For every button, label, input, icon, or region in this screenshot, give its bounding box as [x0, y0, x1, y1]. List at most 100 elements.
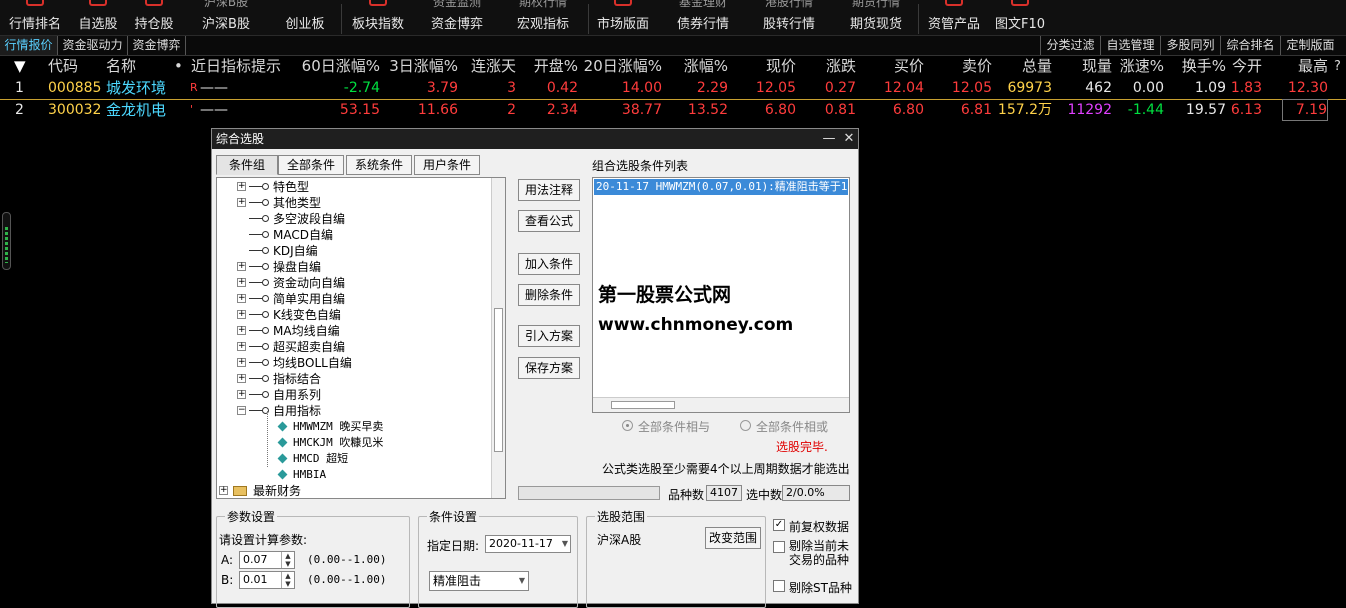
tree-scrollbar[interactable]	[491, 178, 505, 498]
tree-item[interactable]: + 自用系列	[217, 387, 489, 403]
tab-custom-layout[interactable]: 定制版面	[1280, 36, 1340, 55]
add-condition-button[interactable]: 加入条件	[518, 253, 580, 275]
col-help-icon[interactable]: ?	[1334, 56, 1341, 77]
tree-item[interactable]: + K线变色自编	[217, 307, 489, 323]
tree-item[interactable]: KDJ自编	[217, 243, 489, 259]
col-high[interactable]: 最高	[1270, 56, 1328, 77]
tree-item[interactable]: HMCD 超短	[217, 451, 489, 467]
tab-multi-stock[interactable]: 多股同列	[1160, 36, 1220, 55]
expand-toggle-icon[interactable]: +	[237, 326, 246, 335]
import-plan-button[interactable]: 引入方案	[518, 325, 580, 347]
vertical-scrollbar[interactable]	[2, 212, 11, 270]
tree-item[interactable]: + 指标结合	[217, 371, 489, 387]
expand-toggle-icon[interactable]: +	[237, 198, 246, 207]
or-radio[interactable]	[740, 420, 751, 431]
toolbar-market-layout[interactable]: 市场版面	[592, 0, 654, 36]
expand-toggle-icon[interactable]: +	[237, 262, 246, 271]
tree-item[interactable]: + 其他类型	[217, 195, 489, 211]
col-name[interactable]: 名称	[106, 56, 136, 77]
condition-list-item[interactable]: 20-11-17 HMWMZM(0.07,0.01):精准阻击等于1	[594, 179, 848, 195]
tab-user-conditions[interactable]: 用户条件	[414, 155, 480, 175]
tree-item[interactable]: HMWMZM 晚买早卖	[217, 419, 489, 435]
tree-item[interactable]: + 操盘自编	[217, 259, 489, 275]
save-plan-button[interactable]: 保存方案	[518, 357, 580, 379]
tab-overall-rank[interactable]: 综合排名	[1220, 36, 1280, 55]
col-chg-pct[interactable]: 涨幅%	[662, 56, 728, 77]
col-code[interactable]: 代码	[48, 56, 78, 77]
date-picker[interactable]: 2020-11-17 ▼	[485, 535, 571, 553]
toolbar-futures[interactable]: 期货行情 期货现货	[844, 0, 908, 36]
toolbar-asset-products[interactable]: 资管产品	[922, 0, 986, 36]
expand-toggle-icon[interactable]: +	[237, 342, 246, 351]
adjust-checkbox[interactable]: ✓	[773, 519, 785, 531]
tree-item[interactable]: − 自用指标	[217, 403, 489, 419]
and-radio[interactable]	[622, 420, 633, 431]
minimize-icon[interactable]: —	[820, 129, 838, 149]
col-open-pct[interactable]: 开盘%	[516, 56, 578, 77]
expand-toggle-icon[interactable]: +	[219, 486, 228, 495]
toolbar-neeq[interactable]: 港股行情 股转行情	[758, 0, 820, 36]
toolbar-f10[interactable]: 图文F10	[990, 0, 1050, 36]
col-volume[interactable]: 总量	[992, 56, 1052, 77]
tab-watchlist-manage[interactable]: 自选管理	[1100, 36, 1160, 55]
tab-category-filter[interactable]: 分类过滤	[1040, 36, 1100, 55]
tree-item[interactable]: + 超买超卖自编	[217, 339, 489, 355]
tab-system-conditions[interactable]: 系统条件	[346, 155, 412, 175]
col-hint[interactable]: 近日指标提示	[191, 56, 281, 77]
change-scope-button[interactable]: 改变范围	[705, 527, 761, 549]
expand-toggle-icon[interactable]: +	[237, 182, 246, 191]
col-turnover[interactable]: 换手%	[1164, 56, 1226, 77]
view-formula-button[interactable]: 查看公式	[518, 210, 580, 232]
scroll-thumb[interactable]	[5, 227, 8, 263]
tab-condition-group[interactable]: 条件组	[216, 155, 278, 175]
close-icon[interactable]: ✕	[840, 129, 858, 149]
tab-all-conditions[interactable]: 全部条件	[278, 155, 344, 175]
expand-toggle-icon[interactable]: +	[237, 358, 246, 367]
expand-toggle-icon[interactable]: +	[237, 374, 246, 383]
col-cur-volume[interactable]: 现量	[1052, 56, 1112, 77]
col-20d[interactable]: 20日涨幅%	[578, 56, 662, 77]
tab-fund-drive[interactable]: 资金驱动力	[58, 36, 128, 55]
sort-arrow-icon[interactable]: ▼	[14, 56, 26, 77]
tab-quotes[interactable]: 行情报价	[0, 36, 58, 55]
expand-toggle-icon[interactable]: +	[237, 390, 246, 399]
col-bid[interactable]: 买价	[856, 56, 924, 77]
col-open[interactable]: 今开	[1226, 56, 1262, 77]
tree-item[interactable]: 多空波段自编	[217, 211, 489, 227]
condition-select[interactable]: 精准阻击 ▼	[429, 571, 529, 591]
tree-item[interactable]: + 资金动向自编	[217, 275, 489, 291]
toolbar-holdings[interactable]: 持仓股	[126, 0, 182, 36]
exclude-untraded-checkbox[interactable]	[773, 541, 785, 553]
usage-notes-button[interactable]: 用法注释	[518, 179, 580, 201]
tree-item[interactable]: + MA均线自编	[217, 323, 489, 339]
tree-scroll-thumb[interactable]	[494, 308, 503, 452]
exclude-st-checkbox[interactable]	[773, 580, 785, 592]
col-speed[interactable]: 涨速%	[1112, 56, 1164, 77]
col-3d[interactable]: 3日涨幅%	[380, 56, 458, 77]
toolbar-fund-game[interactable]: 资金监测 资金博弈	[422, 0, 492, 36]
condition-list[interactable]: 20-11-17 HMWMZM(0.07,0.01):精准阻击等于1 第一股票公…	[592, 177, 850, 413]
tree-item[interactable]: + 特色型	[217, 179, 489, 195]
toolbar-sector-index[interactable]: 板块指数	[346, 0, 410, 36]
collapse-toggle-icon[interactable]: −	[237, 406, 246, 415]
tree-item[interactable]: HMBIA	[217, 467, 489, 483]
tree-item[interactable]: + 最新财务	[217, 483, 489, 498]
tree-item[interactable]: + 简单实用自编	[217, 291, 489, 307]
toolbar-bonds[interactable]: 基金理财 债券行情	[670, 0, 736, 36]
expand-toggle-icon[interactable]: +	[237, 294, 246, 303]
toolbar-b-shares[interactable]: 沪深B股 沪深B股	[192, 0, 260, 36]
delete-condition-button[interactable]: 删除条件	[518, 284, 580, 306]
col-price[interactable]: 现价	[728, 56, 796, 77]
list-hscroll-thumb[interactable]	[611, 401, 675, 409]
col-ask[interactable]: 卖价	[924, 56, 992, 77]
toolbar-ranking[interactable]: 行情排名	[2, 0, 68, 36]
tree-item[interactable]: + 均线BOLL自编	[217, 355, 489, 371]
condition-tree[interactable]: + 特色型 + 其他类型 多空波段自编 MACD自编 KDJ自编 + 操盘自编 + 资金动向自编 + 简…	[216, 177, 506, 499]
tree-item[interactable]: MACD自编	[217, 227, 489, 243]
toolbar-gem[interactable]: 创业板	[274, 0, 336, 36]
list-hscrollbar[interactable]	[593, 397, 849, 412]
table-row[interactable]: 1 000885 城发环境 R —— -2.74 3.79 3 0.42 14.…	[0, 77, 1346, 99]
col-chg[interactable]: 涨跌	[796, 56, 856, 77]
table-row[interactable]: 2 300032 金龙机电 ' —— 53.15 11.66 2 2.34 38…	[0, 99, 1346, 121]
tree-item[interactable]: HMCKJM 吹糠见米	[217, 435, 489, 451]
